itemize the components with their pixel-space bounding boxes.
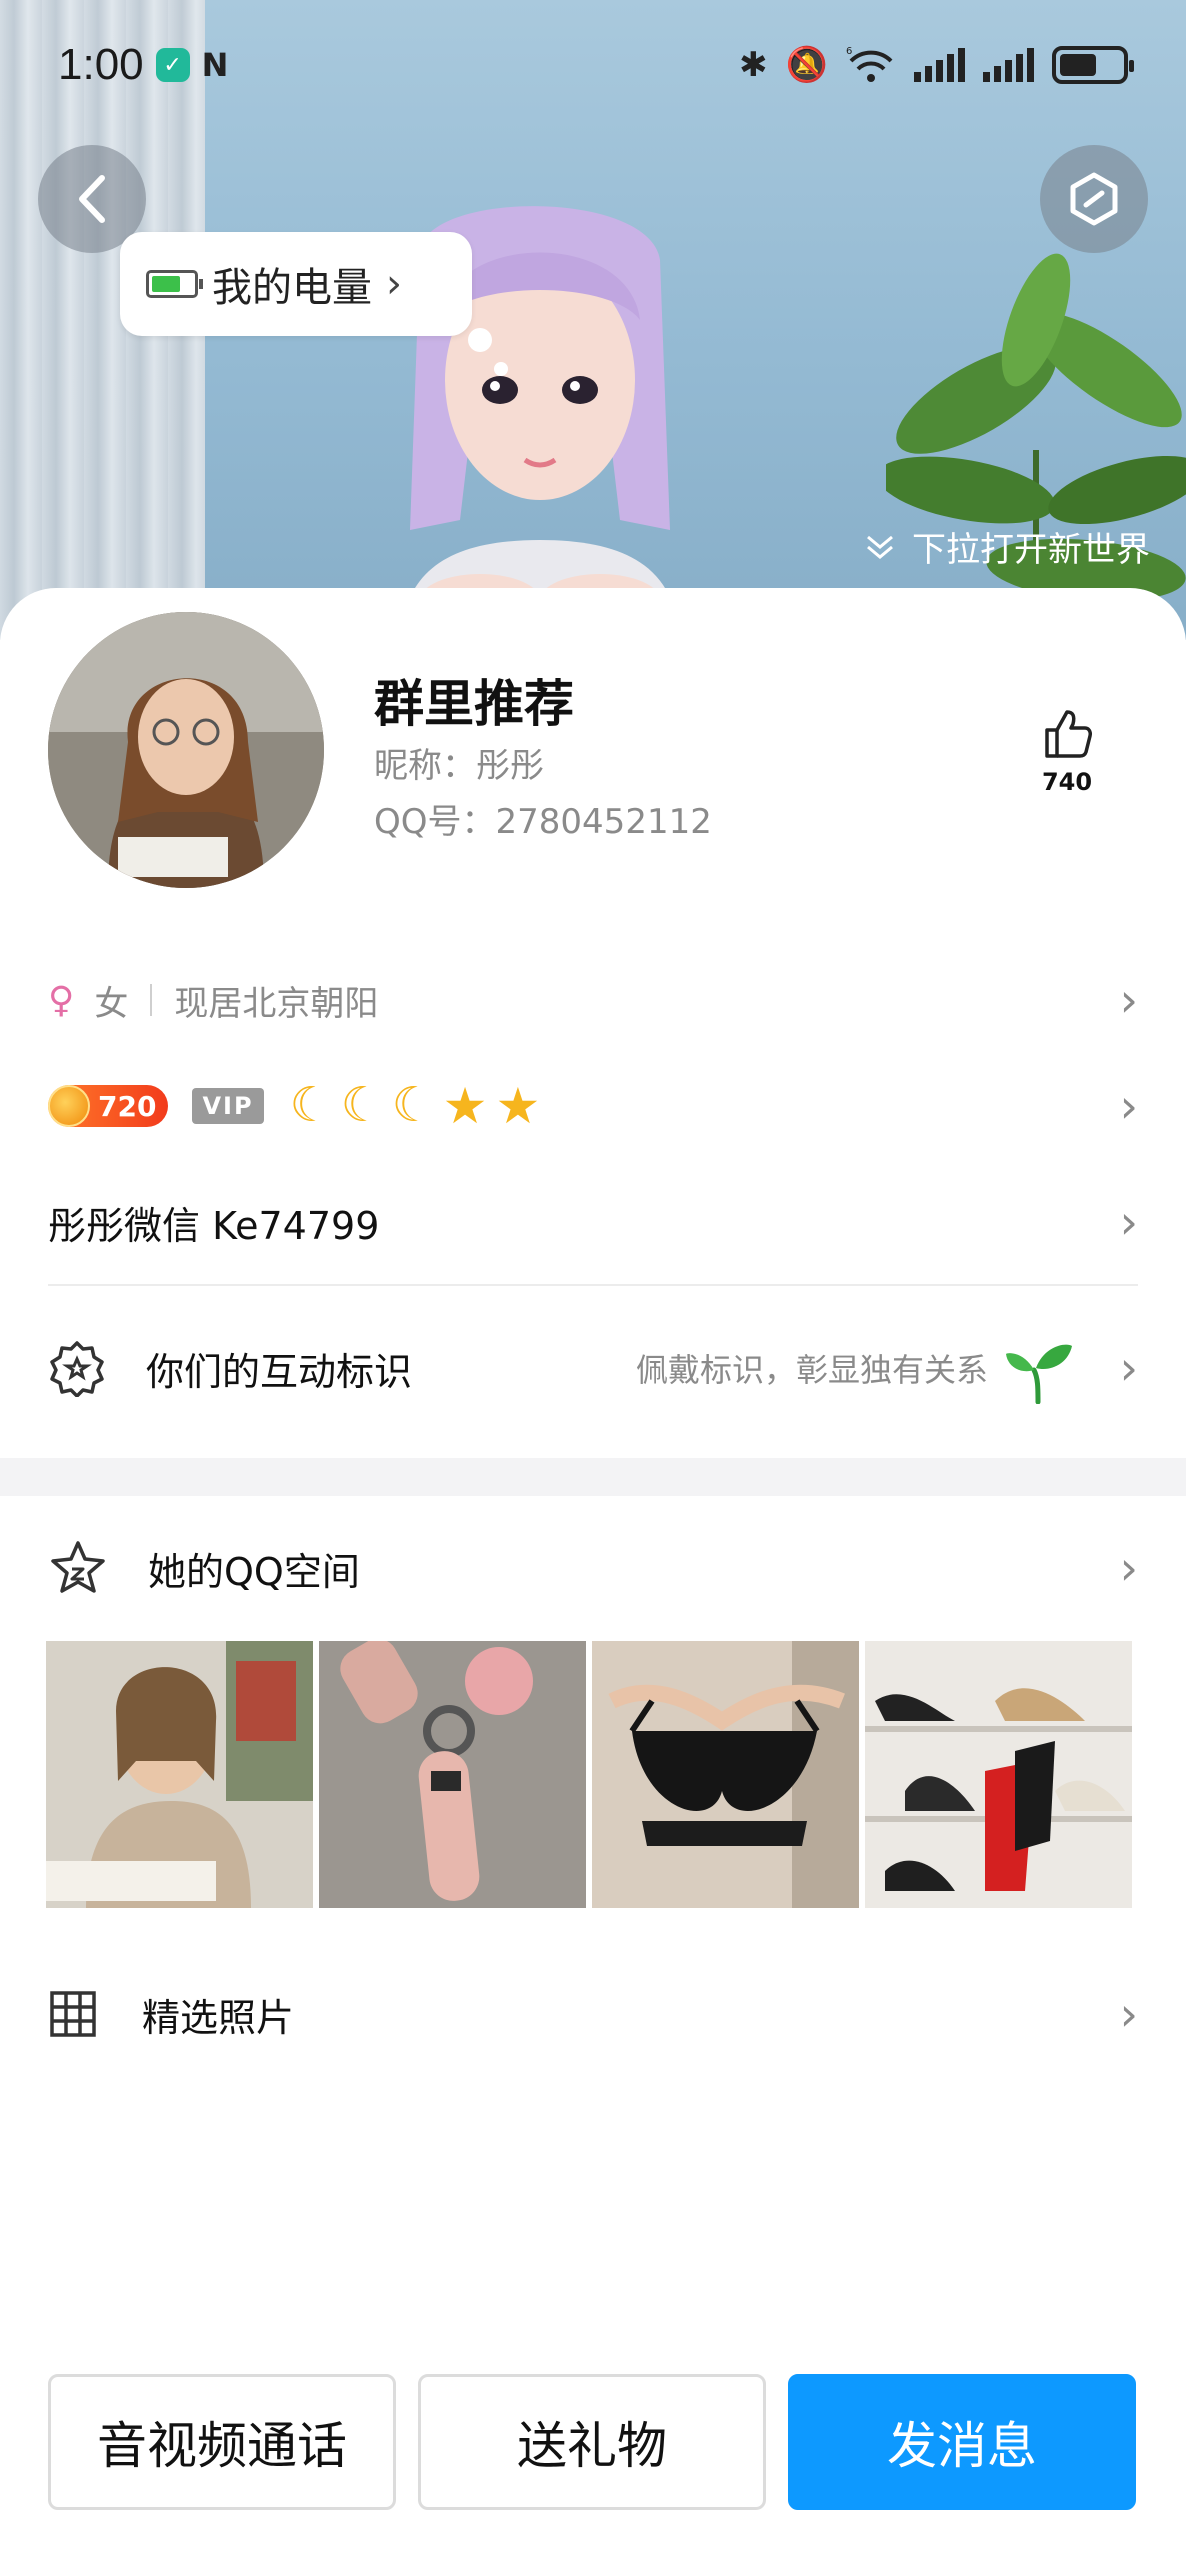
qzone-row[interactable]: 她的QQ空间 › bbox=[48, 1528, 1138, 1608]
like-button[interactable]: 740 bbox=[1036, 706, 1098, 796]
star-icon: ★ bbox=[495, 1077, 541, 1135]
qq-number-text: QQ号：2780452112 bbox=[374, 802, 712, 842]
nfc-icon: N bbox=[201, 46, 229, 84]
basic-info-row[interactable]: ♀ 女 现居北京朝阳 › bbox=[48, 960, 1138, 1040]
interaction-subtitle: 佩戴标识，彰显独有关系 bbox=[635, 1351, 988, 1389]
network-type-label: 6 bbox=[846, 46, 852, 57]
plant-decoration bbox=[886, 253, 1186, 630]
action-bar: 音视频通话 送礼物 发消息 bbox=[48, 2374, 1138, 2510]
double-chevron-down-icon bbox=[867, 535, 893, 559]
qzone-star-icon bbox=[51, 1541, 105, 1593]
qzone-photo[interactable] bbox=[319, 1641, 586, 1908]
female-icon: ♀ bbox=[48, 979, 75, 1021]
pull-hint-text: 下拉打开新世界 bbox=[912, 530, 1150, 570]
status-time: 1:00 bbox=[58, 40, 144, 89]
battery-icon bbox=[1052, 46, 1134, 84]
like-count: 740 bbox=[1041, 768, 1093, 796]
divider bbox=[150, 984, 153, 1016]
security-shield-icon: ✓ bbox=[155, 48, 190, 82]
avatar[interactable] bbox=[48, 612, 324, 888]
chevron-right-icon: › bbox=[1119, 1987, 1138, 2041]
energy-label: 我的电量 bbox=[212, 265, 372, 311]
pull-down-hint: 下拉打开新世界 bbox=[862, 522, 1150, 571]
interaction-title: 你们的互动标识 bbox=[146, 1349, 413, 1394]
qzone-photo-strip bbox=[46, 1641, 1132, 1908]
featured-title: 精选照片 bbox=[142, 1995, 295, 2040]
chevron-right-icon: › bbox=[1119, 1541, 1138, 1595]
star-icon: ★ bbox=[442, 1077, 488, 1135]
badge-gear-icon bbox=[50, 1341, 104, 1397]
avatar-photo bbox=[48, 612, 324, 888]
wifi-icon: 6 bbox=[846, 46, 893, 82]
mute-bell-icon: 🔕 bbox=[785, 45, 828, 85]
signal-icon bbox=[914, 48, 965, 82]
grid-icon bbox=[50, 1991, 96, 2037]
level-number: 720 bbox=[98, 1089, 157, 1123]
signal-icon-2 bbox=[983, 48, 1034, 82]
sun-coin-icon bbox=[48, 1085, 90, 1127]
zplan-hexagon-button[interactable] bbox=[1040, 145, 1148, 253]
send-gift-button[interactable]: 送礼物 bbox=[418, 2374, 766, 2510]
hexagon-icon bbox=[1070, 172, 1118, 226]
video-call-button[interactable]: 音视频通话 bbox=[48, 2374, 396, 2510]
gender-text: 女 bbox=[94, 983, 129, 1024]
send-message-button[interactable]: 发消息 bbox=[788, 2374, 1136, 2510]
qzone-photo[interactable] bbox=[46, 1641, 313, 1908]
my-energy-bubble[interactable]: 我的电量 › bbox=[120, 232, 508, 376]
status-bar: 1:00 ✓ N ✱ 🔕 6 bbox=[0, 0, 1186, 130]
level-row[interactable]: 720 VIP ☾ ☾ ☾ ★ ★ › bbox=[48, 1066, 1138, 1146]
chevron-right-icon: › bbox=[1119, 1079, 1138, 1133]
section-gap bbox=[0, 1458, 1186, 1496]
chevron-right-icon: › bbox=[386, 261, 402, 307]
level-icons: ☾ ☾ ☾ ★ ★ bbox=[290, 1081, 541, 1131]
profile-title: 群里推荐 bbox=[374, 675, 574, 733]
qzone-title: 她的QQ空间 bbox=[148, 1549, 360, 1594]
qzone-photo[interactable] bbox=[865, 1641, 1132, 1908]
nickname-text: 昵称：彤彤 bbox=[374, 746, 544, 786]
vip-badge: VIP bbox=[192, 1088, 264, 1124]
moon-icon: ☾ bbox=[391, 1077, 435, 1133]
signature-row[interactable]: 彤彤微信 Ke74799 › bbox=[48, 1182, 1138, 1262]
profile-card: 群里推荐 昵称：彤彤 QQ号：2780452112 740 ♀ 女 现居北京朝阳… bbox=[0, 588, 1186, 2560]
hero-banner[interactable]: 1:00 ✓ N ✱ 🔕 6 我的电量 › 下拉打开新世界 bbox=[0, 0, 1186, 640]
divider bbox=[48, 1284, 1138, 1286]
chevron-right-icon: › bbox=[1119, 973, 1138, 1027]
qzone-photo[interactable] bbox=[592, 1641, 859, 1908]
featured-photos-row[interactable]: 精选照片 › bbox=[48, 1974, 1138, 2054]
thumbs-up-icon bbox=[1045, 710, 1092, 758]
interaction-badge-row[interactable]: 你们的互动标识 佩戴标识，彰显独有关系 › bbox=[48, 1318, 1138, 1418]
signature-text: 彤彤微信 Ke74799 bbox=[48, 1203, 380, 1248]
moon-icon: ☾ bbox=[289, 1077, 333, 1133]
location-text: 现居北京朝阳 bbox=[174, 983, 379, 1024]
chevron-right-icon: › bbox=[1119, 1195, 1138, 1249]
chevron-right-icon: › bbox=[1119, 1341, 1138, 1395]
sprout-icon bbox=[1006, 1344, 1072, 1404]
moon-icon: ☾ bbox=[340, 1077, 384, 1133]
chevron-left-icon bbox=[79, 175, 105, 223]
battery-green-icon bbox=[146, 270, 203, 298]
level-badge: 720 bbox=[48, 1085, 169, 1127]
bluetooth-icon: ✱ bbox=[739, 45, 768, 85]
